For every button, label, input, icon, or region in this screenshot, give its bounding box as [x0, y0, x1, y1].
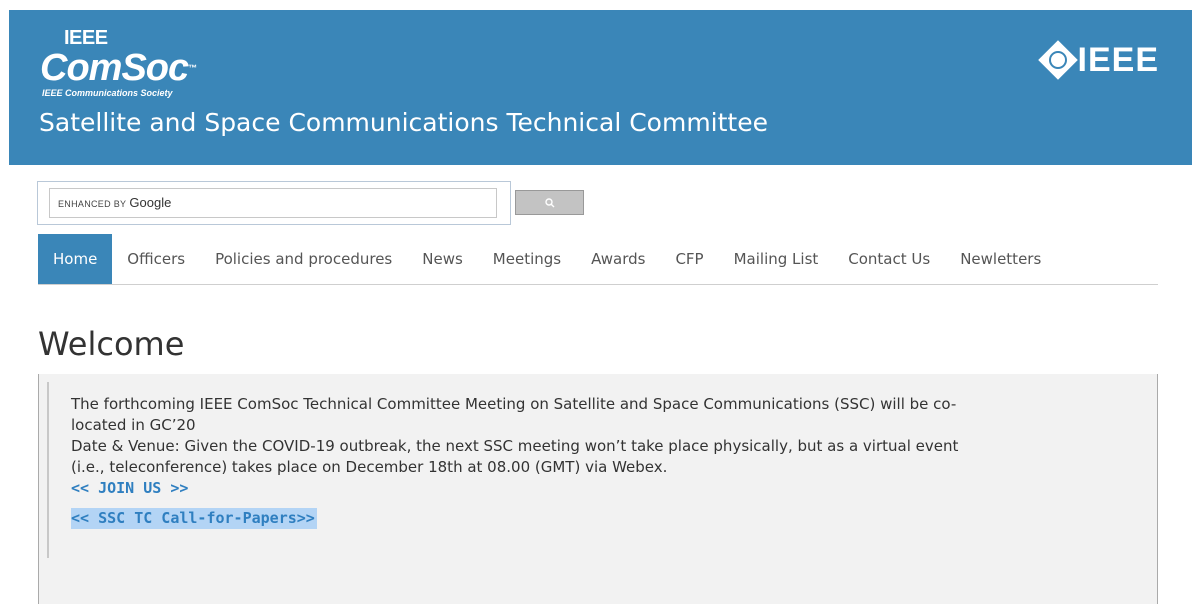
comsoc-logo[interactable]: IEEE ComSoc™ IEEE Communications Society [40, 28, 240, 102]
join-us-link[interactable]: << JOIN US >> [71, 478, 188, 499]
logo-ieee-text: IEEE [64, 27, 108, 49]
search-box: ENHANCED BY Google [37, 181, 511, 225]
ieee-logo[interactable]: IEEE [1037, 40, 1159, 80]
content-panel: The forthcoming IEEE ComSoc Technical Co… [38, 374, 1158, 604]
main-nav: Home Officers Policies and procedures Ne… [38, 234, 1158, 285]
cfp-link[interactable]: << SSC TC Call-for-Papers>> [71, 508, 317, 529]
nav-meetings[interactable]: Meetings [478, 234, 576, 284]
nav-mailing-list[interactable]: Mailing List [719, 234, 834, 284]
nav-newletters[interactable]: Newletters [945, 234, 1056, 284]
logo-subtitle: IEEE Communications Society [42, 88, 173, 98]
announcement-line: (i.e., teleconference) takes place on De… [71, 458, 668, 476]
nav-home[interactable]: Home [38, 234, 113, 284]
ieee-diamond-icon [1037, 40, 1078, 80]
nav-contact-us[interactable]: Contact Us [833, 234, 945, 284]
site-title: Satellite and Space Communications Techn… [39, 108, 768, 137]
ieee-logo-text: IEEE [1077, 41, 1159, 79]
announcement-line: located in GC’20 [71, 416, 196, 434]
nav-news[interactable]: News [407, 234, 478, 284]
page-title: Welcome [38, 325, 185, 363]
search-icon [544, 197, 554, 207]
search-branding: ENHANCED BY Google [58, 195, 172, 210]
announcement-line: Date & Venue: Given the COVID-19 outbrea… [71, 437, 959, 455]
site-header: IEEE ComSoc™ IEEE Communications Society… [9, 10, 1192, 165]
nav-officers[interactable]: Officers [112, 234, 200, 284]
announcement-line: The forthcoming IEEE ComSoc Technical Co… [71, 395, 957, 413]
nav-awards[interactable]: Awards [576, 234, 660, 284]
announcement-block: The forthcoming IEEE ComSoc Technical Co… [47, 382, 1137, 558]
nav-policies-and-procedures[interactable]: Policies and procedures [200, 234, 407, 284]
nav-cfp[interactable]: CFP [660, 234, 718, 284]
logo-comsoc-text: ComSoc™ [40, 47, 197, 89]
search-button[interactable] [515, 190, 584, 215]
search-input[interactable]: ENHANCED BY Google [49, 188, 497, 218]
